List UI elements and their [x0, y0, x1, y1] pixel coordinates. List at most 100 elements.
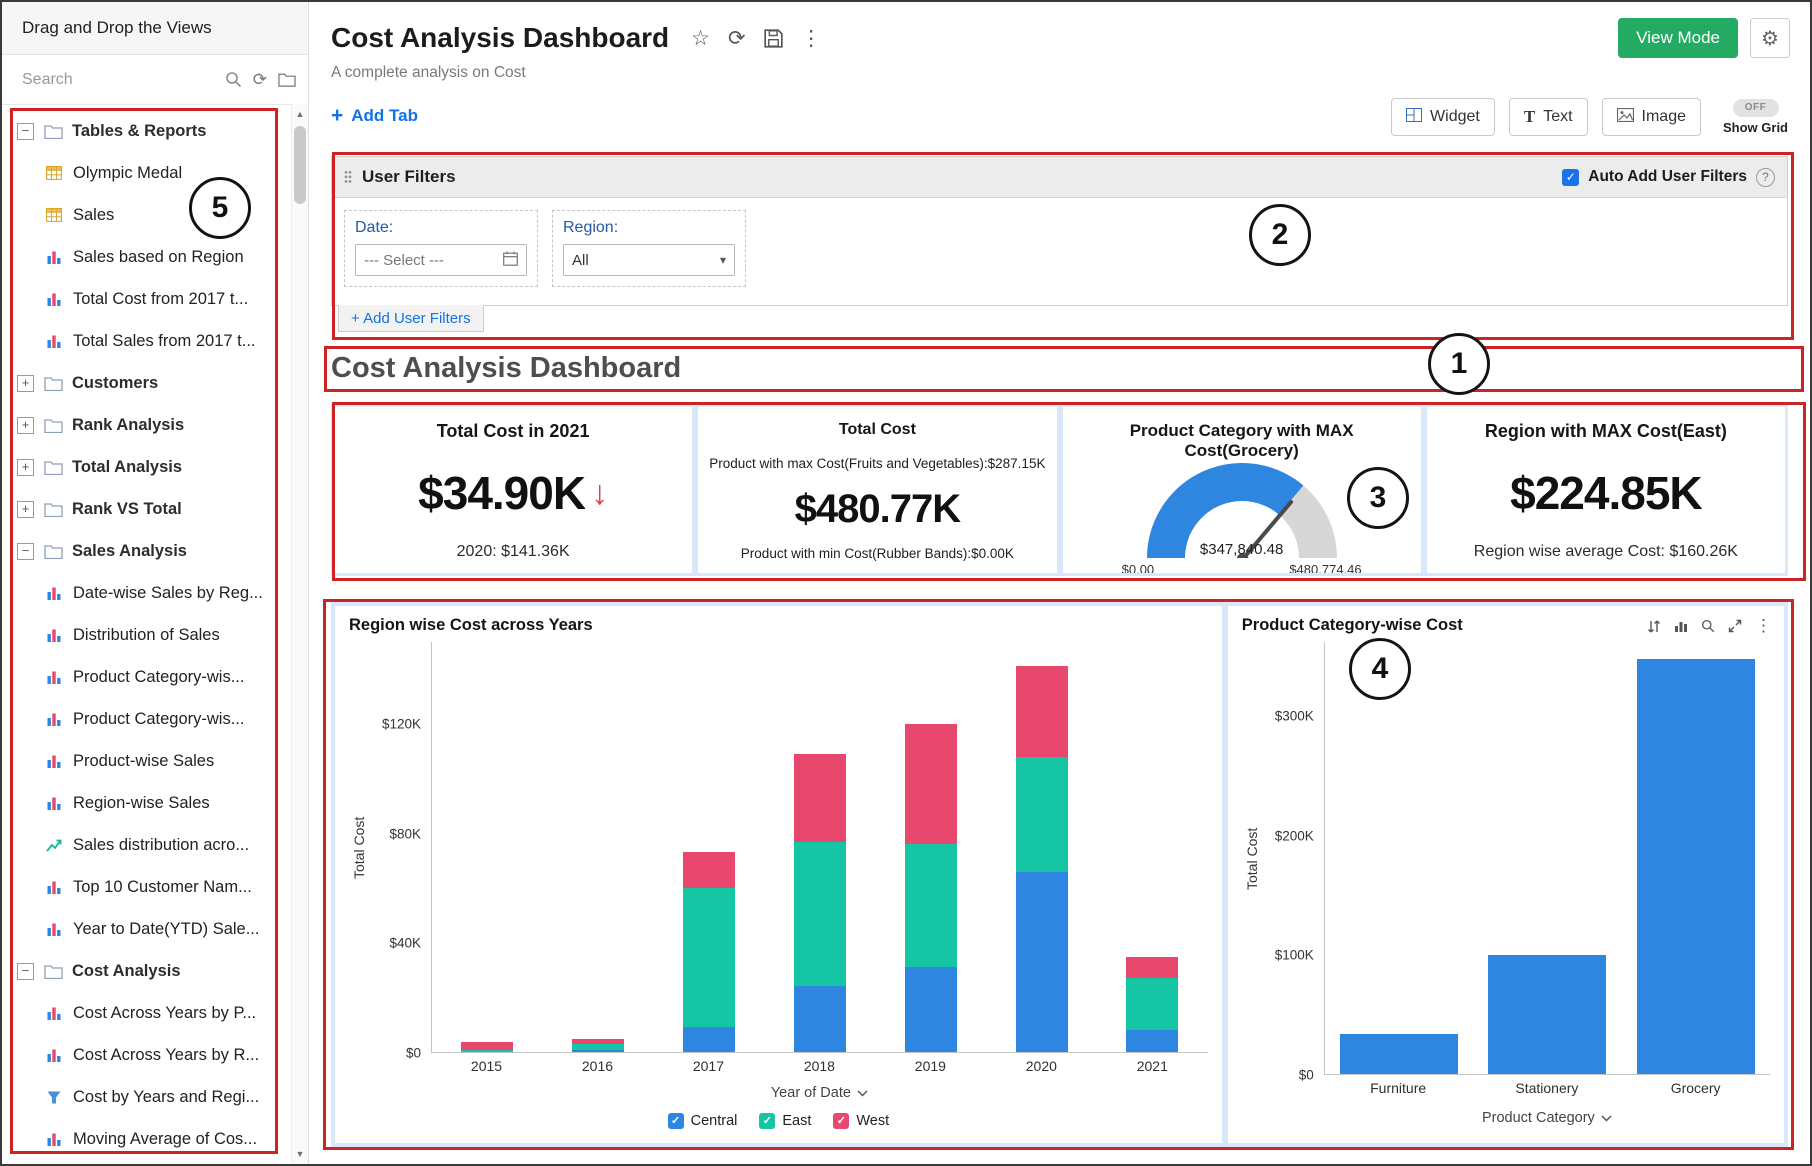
x-axis-label[interactable]: Year of Date	[431, 1079, 1208, 1107]
bar-segment-central[interactable]	[572, 1050, 624, 1052]
bar-segment-central[interactable]	[1126, 1030, 1178, 1052]
sidebar-item[interactable]: Date-wise Sales by Reg...	[2, 572, 292, 614]
sidebar-item[interactable]: −Cost Analysis	[2, 950, 292, 992]
sidebar-item[interactable]: −Sales Analysis	[2, 530, 292, 572]
sidebar-item[interactable]: −Tables & Reports	[2, 110, 292, 152]
bar-segment-east[interactable]	[461, 1050, 513, 1052]
view-mode-button[interactable]: View Mode	[1618, 18, 1738, 58]
bar-segment-central[interactable]	[1016, 872, 1068, 1052]
sidebar-item[interactable]: Cost by Years and Regi...	[2, 1076, 292, 1118]
expand-icon[interactable]: +	[17, 417, 34, 434]
collapse-icon[interactable]: −	[17, 123, 34, 140]
sidebar-item[interactable]: Cost Across Years by P...	[2, 992, 292, 1034]
legend-checkbox[interactable]: ✓	[833, 1113, 849, 1129]
sidebar-item[interactable]: +Rank VS Total	[2, 488, 292, 530]
bar-segment-west[interactable]	[794, 754, 846, 841]
kpi-card-total-cost[interactable]: Total Cost Product with max Cost(Fruits …	[698, 407, 1056, 573]
sidebar-item[interactable]: Year to Date(YTD) Sale...	[2, 908, 292, 950]
sidebar-item[interactable]: Sales distribution acro...	[2, 824, 292, 866]
bar-stationery[interactable]	[1488, 642, 1606, 1074]
bar-segment-total-cost[interactable]	[1488, 955, 1606, 1074]
bar-segment-central[interactable]	[794, 986, 846, 1052]
expand-icon[interactable]: +	[17, 501, 34, 518]
bar-segment-total-cost[interactable]	[1340, 1034, 1458, 1074]
refresh-icon[interactable]: ⟳	[253, 70, 267, 90]
bar-2020[interactable]	[1016, 642, 1068, 1052]
widget-button[interactable]: Widget	[1391, 98, 1495, 136]
bar-segment-east[interactable]	[905, 844, 957, 967]
scroll-up-icon[interactable]: ▲	[292, 106, 308, 122]
collapse-icon[interactable]: −	[17, 963, 34, 980]
sidebar-item[interactable]: Product-wise Sales	[2, 740, 292, 782]
more-options-icon[interactable]: ⋮	[801, 26, 822, 51]
kpi-card-region-east[interactable]: Region with MAX Cost(East) $224.85K Regi…	[1427, 407, 1785, 573]
legend-checkbox[interactable]: ✓	[668, 1113, 684, 1129]
bar-2018[interactable]	[794, 642, 846, 1052]
bar-segment-central[interactable]	[683, 1027, 735, 1052]
calendar-icon[interactable]	[503, 251, 518, 270]
show-grid-switch[interactable]: OFF	[1733, 99, 1779, 117]
add-user-filters-button[interactable]: + Add User Filters	[338, 305, 484, 332]
bar-segment-east[interactable]	[683, 888, 735, 1027]
sidebar-item[interactable]: Moving Average of Cos...	[2, 1118, 292, 1160]
sidebar-item[interactable]: Top 10 Customer Nam...	[2, 866, 292, 908]
sidebar-item[interactable]: +Customers	[2, 362, 292, 404]
bar-segment-east[interactable]	[1016, 757, 1068, 872]
bar-grocery[interactable]	[1637, 642, 1755, 1074]
bar-2017[interactable]	[683, 642, 735, 1052]
bar-segment-west[interactable]	[683, 852, 735, 888]
sidebar-item[interactable]: +Rank Analysis	[2, 404, 292, 446]
sidebar-item[interactable]: Total Sales from 2017 t...	[2, 320, 292, 362]
help-icon[interactable]: ?	[1756, 168, 1775, 187]
legend-item-east[interactable]: ✓East	[759, 1113, 811, 1129]
sidebar-item[interactable]: Region-wise Sales	[2, 782, 292, 824]
drag-handle-icon[interactable]	[344, 170, 352, 184]
save-icon[interactable]	[764, 29, 783, 48]
bar-segment-east[interactable]	[1126, 978, 1178, 1030]
favorite-star-icon[interactable]: ☆	[691, 26, 710, 51]
kpi-card-total-cost-2021[interactable]: Total Cost in 2021 $34.90K ↓ 2020: $141.…	[334, 407, 692, 573]
add-tab-button[interactable]: + Add Tab	[331, 104, 418, 128]
bar-segment-central[interactable]	[905, 967, 957, 1052]
kpi-card-gauge-grocery[interactable]: Product Category with MAX Cost(Grocery) …	[1063, 407, 1421, 573]
sidebar-item[interactable]: Total Cost from 2017 t...	[2, 278, 292, 320]
legend-item-central[interactable]: ✓Central	[668, 1113, 738, 1129]
bar-segment-west[interactable]	[905, 724, 957, 844]
expand-icon[interactable]: +	[17, 375, 34, 392]
bar-furniture[interactable]	[1340, 642, 1458, 1074]
sidebar-item[interactable]: Product Category-wis...	[2, 698, 292, 740]
sidebar-item[interactable]: Sales based on Region	[2, 236, 292, 278]
bar-2021[interactable]	[1126, 642, 1178, 1052]
bar-segment-west[interactable]	[1126, 957, 1178, 979]
bar-segment-west[interactable]	[461, 1042, 513, 1050]
collapse-icon[interactable]: −	[17, 543, 34, 560]
bar-2016[interactable]	[572, 642, 624, 1052]
chart-type-icon[interactable]	[1674, 619, 1688, 633]
sort-icon[interactable]	[1647, 619, 1661, 634]
more-options-icon[interactable]: ⋮	[1755, 616, 1772, 636]
bar-segment-total-cost[interactable]	[1637, 659, 1755, 1074]
text-button[interactable]: T Text	[1509, 98, 1588, 136]
refresh-icon[interactable]: ⟳	[728, 26, 746, 51]
date-filter-select[interactable]: --- Select ---	[355, 244, 527, 276]
expand-icon[interactable]: +	[17, 459, 34, 476]
scrollbar-thumb[interactable]	[294, 126, 306, 204]
expand-icon[interactable]	[1728, 619, 1742, 633]
search-icon[interactable]	[225, 71, 242, 88]
zoom-icon[interactable]	[1701, 619, 1715, 633]
sidebar-item[interactable]: Distribution of Sales	[2, 614, 292, 656]
image-button[interactable]: Image	[1602, 98, 1701, 136]
scroll-down-icon[interactable]: ▼	[292, 1146, 308, 1162]
bar-segment-east[interactable]	[794, 842, 846, 987]
x-axis-label[interactable]: Product Category	[1324, 1101, 1770, 1135]
sidebar-item[interactable]: +Total Analysis	[2, 446, 292, 488]
legend-checkbox[interactable]: ✓	[759, 1113, 775, 1129]
sidebar-scrollbar[interactable]: ▲ ▼	[291, 104, 308, 1164]
bar-segment-west[interactable]	[1016, 666, 1068, 757]
region-filter-select[interactable]: All ▾	[563, 244, 735, 276]
folder-icon[interactable]	[278, 72, 296, 87]
sidebar-item[interactable]: Olympic Medal	[2, 152, 292, 194]
settings-gear-icon[interactable]: ⚙	[1750, 18, 1790, 58]
bar-2019[interactable]	[905, 642, 957, 1052]
sidebar-item[interactable]: Product Category-wis...	[2, 656, 292, 698]
